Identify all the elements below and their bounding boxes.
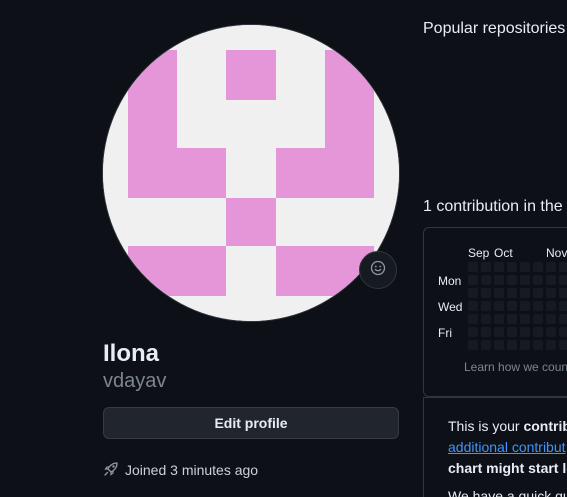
contribution-cell[interactable]	[520, 314, 530, 324]
contribution-cell[interactable]	[468, 301, 478, 311]
contribution-cell[interactable]	[481, 340, 491, 350]
contribution-cell[interactable]	[494, 327, 504, 337]
contribution-cell[interactable]	[494, 275, 504, 285]
contribution-cell[interactable]	[546, 262, 556, 272]
contribution-cell[interactable]	[494, 301, 504, 311]
rocket-icon	[103, 461, 119, 480]
identicon	[103, 25, 399, 321]
set-status-button[interactable]	[359, 251, 397, 289]
contribution-cell[interactable]	[507, 327, 517, 337]
contribution-cell[interactable]	[533, 262, 543, 272]
contribution-cell[interactable]	[494, 262, 504, 272]
contribution-cell[interactable]	[468, 275, 478, 285]
day-label: Mon	[438, 274, 462, 288]
contribution-cell[interactable]	[559, 262, 567, 272]
contribution-cell[interactable]	[546, 301, 556, 311]
contribution-cell[interactable]	[520, 262, 530, 272]
contribution-cell[interactable]	[559, 288, 567, 298]
info-line-3: chart might start loo	[448, 460, 567, 476]
contribution-cell[interactable]	[468, 288, 478, 298]
contribution-cell[interactable]	[533, 314, 543, 324]
contribution-cell[interactable]	[481, 314, 491, 324]
month-label: Nov	[546, 246, 567, 260]
contribution-cell[interactable]	[546, 314, 556, 324]
info-text: This is your contrib additional contribu…	[448, 416, 567, 479]
contribution-cell[interactable]	[559, 340, 567, 350]
additional-contributions-link[interactable]: additional contribut	[448, 439, 566, 455]
contribution-cell[interactable]	[507, 314, 517, 324]
contribution-cell[interactable]	[468, 262, 478, 272]
contribution-cell[interactable]	[546, 340, 556, 350]
contribution-cell[interactable]	[520, 301, 530, 311]
contribution-cell[interactable]	[507, 288, 517, 298]
contribution-cell[interactable]	[533, 301, 543, 311]
contribution-cell[interactable]	[468, 340, 478, 350]
joined-info: Joined 3 minutes ago	[103, 460, 258, 480]
contribution-cell[interactable]	[481, 275, 491, 285]
info-line-1-bold: contrib	[523, 418, 567, 434]
contribution-graph: Sep Oct Nov Mon Wed Fri Learn how we cou…	[423, 227, 567, 397]
contribution-cell[interactable]	[507, 301, 517, 311]
contribution-cell[interactable]	[533, 288, 543, 298]
contribution-cell[interactable]	[481, 288, 491, 298]
contribution-cell[interactable]	[507, 262, 517, 272]
username: vdayav	[103, 370, 167, 392]
joined-text: Joined 3 minutes ago	[125, 462, 259, 478]
contribution-cell[interactable]	[468, 327, 478, 337]
contribution-cell[interactable]	[481, 327, 491, 337]
contribution-cell[interactable]	[520, 327, 530, 337]
learn-how-link[interactable]: Learn how we count	[464, 360, 567, 374]
contribution-cell[interactable]	[520, 275, 530, 285]
info-line-1: This is your	[448, 418, 524, 434]
smiley-icon	[370, 260, 386, 281]
day-label: Fri	[438, 326, 452, 340]
day-label: Wed	[438, 300, 463, 314]
display-name: Ilona	[103, 340, 160, 367]
popular-repositories-title: Popular repositories	[423, 20, 566, 37]
info-line-4: We have a quick gui	[448, 488, 567, 497]
edit-profile-button[interactable]: Edit profile	[103, 407, 399, 439]
contribution-info-box: This is your contrib additional contribu…	[423, 397, 567, 497]
contribution-cell[interactable]	[520, 288, 530, 298]
contribution-cell[interactable]	[520, 340, 530, 350]
contribution-cell[interactable]	[533, 275, 543, 285]
contribution-cell[interactable]	[468, 314, 478, 324]
contribution-cell[interactable]	[507, 340, 517, 350]
contribution-cell[interactable]	[546, 327, 556, 337]
contributions-title: 1 contribution in the	[423, 198, 563, 215]
avatar[interactable]	[103, 25, 399, 321]
contribution-cell[interactable]	[559, 275, 567, 285]
contribution-cell[interactable]	[546, 275, 556, 285]
contribution-cell[interactable]	[494, 340, 504, 350]
month-label: Sep	[468, 246, 490, 260]
contribution-cell[interactable]	[507, 275, 517, 285]
contribution-cell[interactable]	[494, 314, 504, 324]
month-label: Oct	[494, 246, 513, 260]
contribution-cell[interactable]	[559, 327, 567, 337]
contribution-cell[interactable]	[546, 288, 556, 298]
contribution-cell[interactable]	[559, 301, 567, 311]
contribution-cell[interactable]	[481, 262, 491, 272]
contribution-cell[interactable]	[494, 288, 504, 298]
contribution-cell[interactable]	[481, 301, 491, 311]
contribution-cell[interactable]	[559, 314, 567, 324]
contribution-cell[interactable]	[533, 327, 543, 337]
contribution-cell[interactable]	[533, 340, 543, 350]
